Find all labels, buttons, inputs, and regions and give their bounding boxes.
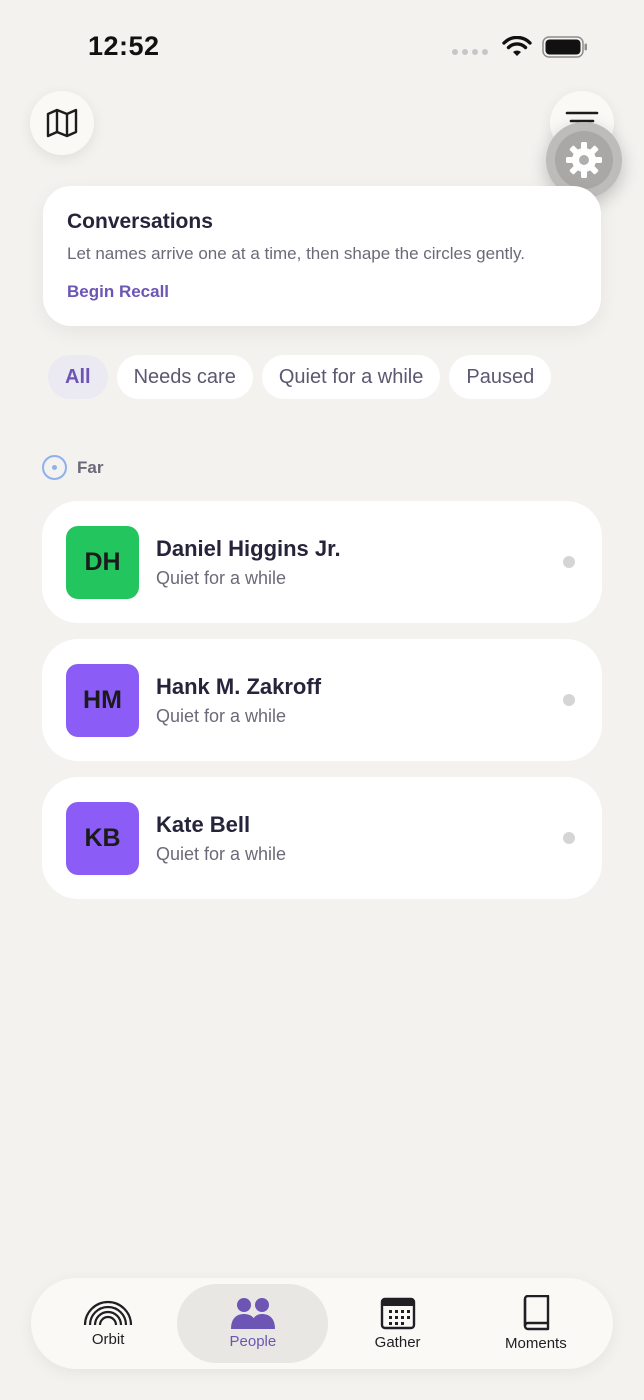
calendar-icon: [380, 1297, 415, 1330]
cellular-signal-icon: [452, 49, 488, 55]
people-icon: [230, 1298, 275, 1329]
tab-label: Gather: [374, 1334, 421, 1351]
status-time: 12:52: [88, 31, 160, 61]
tab-people[interactable]: People: [177, 1284, 329, 1363]
people-list: DH Daniel Higgins Jr. Quiet for a while …: [42, 501, 602, 915]
person-name: Kate Bell: [156, 811, 251, 837]
status-dot: [563, 832, 575, 844]
list-item[interactable]: HM Hank M. Zakroff Quiet for a while: [42, 639, 602, 761]
person-status: Quiet for a while: [156, 843, 287, 864]
section-label: Far: [77, 457, 104, 477]
status-bar: 12:52: [0, 0, 644, 96]
filter-chip-needs-care[interactable]: Needs care: [116, 355, 253, 399]
gear-icon: [566, 142, 602, 178]
tab-moments[interactable]: Moments: [467, 1284, 605, 1363]
person-name: Daniel Higgins Jr.: [156, 535, 341, 561]
map-button[interactable]: [30, 91, 94, 155]
card-title: Conversations: [67, 210, 213, 233]
list-item[interactable]: DH Daniel Higgins Jr. Quiet for a while: [42, 501, 602, 623]
avatar: HM: [66, 663, 139, 737]
person-status: Quiet for a while: [156, 705, 287, 726]
avatar: KB: [66, 801, 139, 875]
card-description: Let names arrive one at a time, then sha…: [67, 244, 525, 263]
filter-chip-all[interactable]: All: [48, 355, 108, 399]
filter-chip-quiet[interactable]: Quiet for a while: [261, 355, 441, 399]
filter-chips: All Needs care Quiet for a while Paused: [48, 355, 552, 399]
person-status: Quiet for a while: [156, 567, 287, 588]
avatar: DH: [66, 525, 139, 599]
begin-recall-link[interactable]: Begin Recall: [67, 282, 577, 302]
tab-label: Orbit: [91, 1331, 125, 1348]
wifi-icon: [502, 36, 532, 56]
list-item[interactable]: KB Kate Bell Quiet for a while: [42, 777, 602, 899]
tab-label: People: [229, 1333, 277, 1350]
battery-icon: [542, 36, 587, 58]
person-name: Hank M. Zakroff: [156, 673, 322, 699]
section-header: Far: [42, 455, 103, 480]
far-ring-icon: [42, 455, 67, 480]
status-icons: [452, 36, 588, 58]
tab-orbit[interactable]: Orbit: [39, 1284, 177, 1363]
book-icon: [523, 1295, 550, 1331]
status-dot: [563, 556, 575, 568]
status-dot: [563, 694, 575, 706]
tab-gather[interactable]: Gather: [328, 1284, 466, 1363]
filter-chip-paused[interactable]: Paused: [449, 355, 552, 399]
tab-label: Moments: [505, 1335, 567, 1352]
rainbow-icon: [84, 1300, 133, 1326]
conversations-card: Conversations Let names arrive one at a …: [43, 186, 601, 326]
bottom-tab-bar: Orbit People Gather Moments: [31, 1278, 613, 1369]
map-icon: [46, 108, 78, 138]
